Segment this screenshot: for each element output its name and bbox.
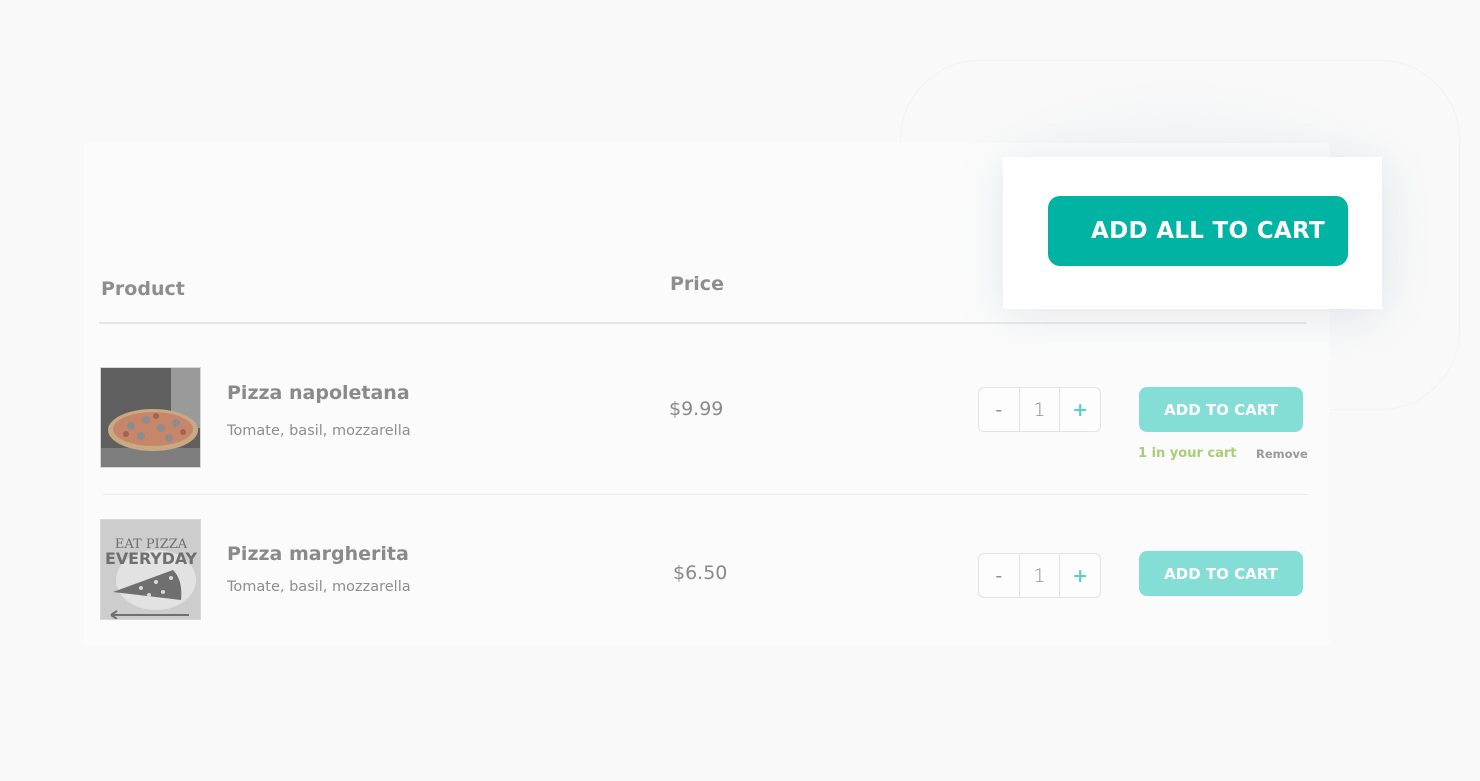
column-header-price: Price	[670, 273, 724, 295]
column-header-product: Product	[101, 278, 185, 300]
remove-link[interactable]: Remove	[1256, 447, 1308, 461]
product-name[interactable]: Pizza napoletana	[227, 382, 410, 404]
quantity-stepper: - 1 +	[978, 553, 1101, 598]
poster-line-2: EVERYDAY	[105, 549, 198, 568]
increment-button[interactable]: +	[1059, 554, 1100, 597]
product-image-pizza-napoletana[interactable]	[100, 367, 201, 468]
add-to-cart-button[interactable]: ADD TO CART	[1139, 387, 1303, 432]
product-description: Tomate, basil, mozzarella	[227, 579, 411, 595]
product-image-pizza-margherita[interactable]: EAT PIZZA EVERYDAY	[100, 519, 201, 620]
add-to-cart-button[interactable]: ADD TO CART	[1139, 551, 1303, 596]
product-price: $6.50	[673, 562, 728, 584]
product-price: $9.99	[669, 398, 724, 420]
add-all-popup: ADD ALL TO CART	[1003, 157, 1382, 309]
header-divider	[99, 322, 1306, 324]
product-name[interactable]: Pizza margherita	[227, 543, 409, 565]
quantity-input[interactable]: 1	[1018, 388, 1060, 431]
cart-status: 1 in your cart	[1138, 446, 1237, 461]
pizza-photo-icon	[101, 368, 200, 467]
eat-pizza-poster-icon: EAT PIZZA EVERYDAY	[101, 520, 200, 619]
increment-button[interactable]: +	[1059, 388, 1100, 431]
quantity-stepper: - 1 +	[978, 387, 1101, 432]
add-all-to-cart-button[interactable]: ADD ALL TO CART	[1048, 196, 1348, 266]
decrement-button[interactable]: -	[979, 388, 1019, 431]
row-divider	[103, 494, 1308, 495]
decrement-button[interactable]: -	[979, 554, 1019, 597]
product-description: Tomate, basil, mozzarella	[227, 423, 411, 439]
quantity-input[interactable]: 1	[1018, 554, 1060, 597]
